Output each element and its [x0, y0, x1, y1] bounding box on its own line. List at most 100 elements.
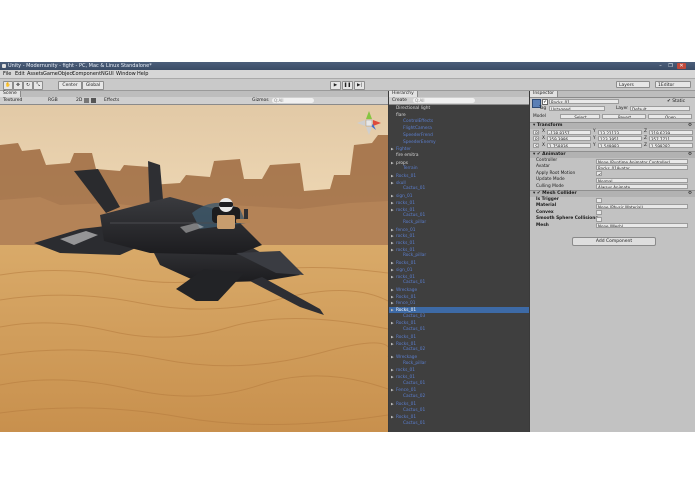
- hierarchy-item[interactable]: fire emitra: [389, 153, 529, 159]
- hand-tool-button[interactable]: ✋: [3, 81, 13, 90]
- hierarchy-item[interactable]: Directional light: [389, 106, 529, 112]
- hierarchy-item[interactable]: ▶ Rocks_01: [389, 294, 529, 300]
- transform-x-field[interactable]: -138.8357: [547, 129, 591, 135]
- menu-edit[interactable]: Edit: [15, 71, 25, 77]
- tag-dropdown[interactable]: Untagged: [549, 106, 605, 111]
- hierarchy-item[interactable]: ▶ rocks_01: [389, 200, 529, 206]
- transform-y-field[interactable]: 1.549983: [598, 143, 642, 149]
- transform-row-label[interactable]: P: [533, 129, 539, 135]
- scale-tool-button[interactable]: ⤡: [33, 81, 43, 90]
- hierarchy-item[interactable]: Cactus_02: [389, 394, 529, 400]
- hierarchy-item[interactable]: Cactus_03: [389, 314, 529, 320]
- layer-dropdown[interactable]: Default: [630, 106, 690, 111]
- add-component-button[interactable]: Add Component: [572, 237, 656, 246]
- 2d-toggle[interactable]: 2D: [76, 98, 82, 103]
- animator-row-value[interactable]: Always Animate: [596, 184, 688, 190]
- hierarchy-item[interactable]: Rock_pillar: [389, 361, 529, 367]
- hierarchy-item[interactable]: Cactus_01: [389, 381, 529, 387]
- hierarchy-item[interactable]: Cactus_01: [389, 280, 529, 286]
- hierarchy-item[interactable]: ControlEffects: [389, 119, 529, 125]
- scene-view[interactable]: Scene Textured RGB 2D Effects Gizmos Q:A…: [0, 91, 388, 432]
- hierarchy-item[interactable]: Cactus_01: [389, 421, 529, 427]
- hierarchy-item[interactable]: Terrain: [389, 166, 529, 172]
- hierarchy-item[interactable]: SpeederFrend: [389, 133, 529, 139]
- hierarchy-item[interactable]: ▶ rocks_01: [389, 247, 529, 253]
- model-select-button[interactable]: Select: [560, 114, 600, 119]
- move-tool-button[interactable]: ✥: [13, 81, 23, 90]
- mesh-collider-row-value[interactable]: [596, 197, 602, 203]
- object-name-field[interactable]: Rocks_01: [549, 99, 619, 104]
- hierarchy-item[interactable]: ▶ rocks_01: [389, 207, 529, 213]
- hierarchy-item[interactable]: Cactus_01: [389, 327, 529, 333]
- create-dropdown[interactable]: Create: [392, 98, 407, 103]
- menu-ngui[interactable]: NGUI: [101, 71, 114, 77]
- mesh-collider-header[interactable]: ▾ ✔ Mesh Collider ⚙: [530, 190, 695, 197]
- hierarchy-item[interactable]: ▶ rocks_01: [389, 374, 529, 380]
- hierarchy-search-input[interactable]: Q:All: [413, 98, 475, 103]
- play-button[interactable]: ▶: [330, 81, 341, 90]
- menu-component[interactable]: Component: [72, 71, 101, 77]
- transform-z-field[interactable]: 219.6239: [649, 129, 693, 135]
- mesh-collider-row-value[interactable]: [596, 216, 602, 222]
- hierarchy-item[interactable]: ▶ Fighter: [389, 146, 529, 152]
- model-open-button[interactable]: Open: [648, 114, 692, 119]
- animator-row-value[interactable]: None (Runtime Animator Controller): [596, 158, 688, 164]
- layers-dropdown[interactable]: Layers: [616, 81, 650, 88]
- lighting-toggle-icon[interactable]: [84, 98, 89, 103]
- hierarchy-item[interactable]: SpeederEnemy: [389, 140, 529, 146]
- tab-inspector[interactable]: Inspector: [530, 91, 558, 97]
- step-button[interactable]: ▶|: [354, 81, 365, 90]
- hierarchy-item[interactable]: Cactus_02: [389, 347, 529, 353]
- maximize-button[interactable]: ❐: [666, 63, 675, 69]
- hierarchy-item[interactable]: Cactus_01: [389, 213, 529, 219]
- transform-z-field[interactable]: 357.7711: [649, 136, 693, 142]
- rotate-tool-button[interactable]: ↻: [23, 81, 33, 90]
- mesh-collider-row-value[interactable]: None (Physic Material): [596, 203, 688, 209]
- menu-window[interactable]: Window: [116, 71, 136, 77]
- hierarchy-item[interactable]: ▶ props: [389, 160, 529, 166]
- hierarchy-item[interactable]: ▶ sign_01: [389, 193, 529, 199]
- mesh-collider-row-value[interactable]: [596, 210, 602, 216]
- transform-x-field[interactable]: 359.3986: [547, 136, 591, 142]
- mesh-collider-row-value[interactable]: None (Mesh): [596, 223, 688, 229]
- scene-search-input[interactable]: Q:All: [272, 98, 314, 103]
- active-checkbox[interactable]: ✔: [542, 99, 548, 105]
- menu-assets[interactable]: Assets: [27, 71, 43, 77]
- shading-mode-dropdown[interactable]: Textured: [3, 98, 22, 103]
- static-checkbox[interactable]: ✔ Static: [667, 99, 685, 104]
- pause-button[interactable]: ❚❚: [342, 81, 353, 90]
- transform-x-field[interactable]: 1.758836: [547, 143, 591, 149]
- transform-row-label[interactable]: R: [533, 136, 539, 142]
- hierarchy-item[interactable]: flare: [389, 113, 529, 119]
- pivot-global-toggle[interactable]: Global: [82, 81, 104, 90]
- hierarchy-item[interactable]: ▶ Rocks_01: [389, 401, 529, 407]
- audio-toggle-icon[interactable]: [91, 98, 96, 103]
- hierarchy-item[interactable]: ▶ fence_01: [389, 300, 529, 306]
- hierarchy-item[interactable]: ▶ Fence_01: [389, 387, 529, 393]
- hierarchy-item[interactable]: ▶ Rocks_01: [389, 320, 529, 326]
- hierarchy-item[interactable]: ▶ Rocks_01: [389, 307, 529, 313]
- animator-row-value[interactable]: Rocks_01Avatar: [596, 164, 688, 170]
- hierarchy-item[interactable]: ▶ Rocks_01: [389, 341, 529, 347]
- hierarchy-item[interactable]: ▶ sign_01: [389, 267, 529, 273]
- hierarchy-item[interactable]: ▶ rocks_01: [389, 274, 529, 280]
- animator-header[interactable]: ▾ ✔ Animator ⚙: [530, 151, 695, 158]
- model-revert-button[interactable]: Revert: [602, 114, 646, 119]
- hierarchy-item[interactable]: ▶ Rocks_01: [389, 414, 529, 420]
- hierarchy-item[interactable]: ▶ Wreckage: [389, 354, 529, 360]
- minimize-button[interactable]: –: [656, 63, 665, 69]
- hierarchy-item[interactable]: ▶ rocks_01: [389, 233, 529, 239]
- hierarchy-item[interactable]: ▶ rocks_01: [389, 367, 529, 373]
- hierarchy-item[interactable]: ▶ Rocks_01: [389, 334, 529, 340]
- hierarchy-item[interactable]: ▶ fence_01: [389, 227, 529, 233]
- effects-dropdown[interactable]: Effects: [104, 98, 119, 103]
- menu-gameobject[interactable]: GameObject: [43, 71, 74, 77]
- menu-help[interactable]: Help: [137, 71, 148, 77]
- hierarchy-item[interactable]: Cactus_01: [389, 186, 529, 192]
- animator-row-value[interactable]: Normal: [596, 177, 688, 183]
- menu-file[interactable]: File: [3, 71, 11, 77]
- hierarchy-item[interactable]: ▶ rocks_01: [389, 240, 529, 246]
- gizmos-dropdown[interactable]: Gizmos: [252, 98, 269, 103]
- hierarchy-item[interactable]: ▶ Rocks_01: [389, 173, 529, 179]
- transform-header[interactable]: ▾ Transform ⚙: [530, 122, 695, 129]
